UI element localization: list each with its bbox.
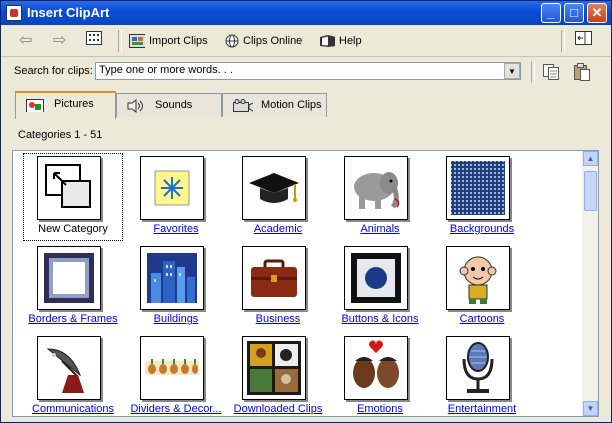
speaker-icon	[127, 99, 143, 113]
favorites-icon	[140, 156, 204, 220]
tab-motion-clips[interactable]: Motion Clips	[222, 93, 327, 117]
cartoon-icon	[446, 246, 510, 310]
category-backgrounds[interactable]: Backgrounds	[432, 153, 532, 241]
scrollbar-thumb[interactable]	[584, 171, 597, 211]
tab-label: Sounds	[155, 99, 193, 111]
import-clips-icon	[129, 34, 145, 49]
tab-label: Pictures	[54, 98, 94, 110]
frame-icon	[37, 246, 101, 310]
category-label: Favorites	[153, 223, 199, 235]
category-label: Buildings	[153, 313, 199, 325]
category-label: Business	[255, 313, 301, 325]
clips-online-icon	[225, 34, 239, 48]
briefcase-icon	[242, 246, 306, 310]
help-button[interactable]: Help	[319, 31, 362, 51]
tab-label: Motion Clips	[261, 99, 322, 111]
category-pane: New Category Favorites Academic Animals …	[12, 150, 599, 417]
downloaded-icon	[242, 336, 306, 400]
insert-clipart-window: Insert ClipArt _ □ ✕ ⇦ ⇨ Import Clips Cl…	[0, 0, 612, 423]
category-entertainment[interactable]: Entertainment	[432, 333, 532, 416]
category-label: Animals	[360, 223, 400, 235]
category-label: Borders & Frames	[28, 313, 118, 325]
category-emotions[interactable]: Emotions	[330, 333, 430, 416]
scroll-down-button[interactable]: ▼	[583, 401, 598, 416]
paste-icon	[574, 63, 590, 81]
category-dividers-decor[interactable]: Dividers & Decor...	[126, 333, 226, 416]
search-input[interactable]: Type one or more words. . .	[95, 62, 521, 80]
window-title: Insert ClipArt	[27, 5, 110, 20]
category-label: Downloaded Clips	[233, 403, 323, 415]
category-business[interactable]: Business	[228, 243, 328, 331]
backgrounds-icon	[446, 156, 510, 220]
category-label: Dividers & Decor...	[130, 403, 222, 415]
toolbar-separator	[561, 30, 565, 52]
copy-button[interactable]	[542, 63, 560, 84]
copy-icon	[543, 64, 559, 80]
category-borders-frames[interactable]: Borders & Frames	[23, 243, 123, 331]
graduation-cap-icon	[242, 156, 306, 220]
category-label: Entertainment	[447, 403, 517, 415]
category-new-category[interactable]: New Category	[23, 153, 123, 241]
category-downloaded-clips[interactable]: Downloaded Clips	[228, 333, 328, 416]
camera-icon	[233, 99, 253, 112]
grid-view-icon	[86, 31, 102, 45]
tab-sounds[interactable]: Sounds	[116, 93, 222, 117]
paste-button[interactable]	[573, 62, 591, 84]
category-animals[interactable]: Animals	[330, 153, 430, 241]
chevron-down-icon: ▼	[586, 404, 595, 413]
restore-pane-button[interactable]	[575, 31, 593, 51]
category-academic[interactable]: Academic	[228, 153, 328, 241]
close-button[interactable]: ✕	[587, 3, 607, 23]
search-dropdown-button[interactable]: ▼	[504, 63, 520, 79]
help-book-icon	[320, 35, 335, 48]
restore-pane-icon	[575, 31, 592, 45]
app-icon	[6, 5, 22, 21]
pictures-icon	[26, 99, 44, 112]
buildings-icon	[140, 246, 204, 310]
elephant-icon	[344, 156, 408, 220]
tab-strip: Pictures Sounds Motion Clips	[1, 91, 611, 119]
toolbar-separator	[118, 30, 122, 52]
minimize-button[interactable]: _	[541, 3, 561, 23]
category-cartoons[interactable]: Cartoons	[432, 243, 532, 331]
emotions-icon	[344, 336, 408, 400]
category-label: Backgrounds	[449, 223, 515, 235]
category-label: Emotions	[357, 403, 403, 415]
satellite-dish-icon	[37, 336, 101, 400]
title-bar[interactable]: Insert ClipArt _ □ ✕	[1, 1, 611, 25]
category-buildings[interactable]: Buildings	[126, 243, 226, 331]
category-buttons-icons[interactable]: Buttons & Icons	[330, 243, 430, 331]
category-label: Academic	[253, 223, 303, 235]
toolbar-separator	[531, 61, 535, 83]
category-label: New Category	[38, 223, 108, 235]
import-clips-label: Import Clips	[149, 35, 208, 47]
microphone-icon	[446, 336, 510, 400]
back-button[interactable]: ⇦	[19, 31, 32, 51]
forward-button[interactable]: ⇨	[53, 31, 66, 51]
categories-count: Categories 1 - 51	[18, 129, 103, 141]
divider-icon	[140, 336, 204, 400]
import-clips-button[interactable]: Import Clips	[129, 31, 208, 51]
clips-online-button[interactable]: Clips Online	[223, 31, 302, 51]
button-icon	[344, 246, 408, 310]
new-category-icon	[37, 156, 101, 220]
chevron-up-icon: ▲	[586, 154, 595, 163]
category-communications[interactable]: Communications	[23, 333, 123, 416]
chevron-down-icon: ▼	[508, 67, 516, 76]
category-favorites[interactable]: Favorites	[126, 153, 226, 241]
vertical-scrollbar[interactable]: ▲ ▼	[582, 151, 598, 416]
category-label: Communications	[32, 403, 114, 415]
help-label: Help	[339, 35, 362, 47]
tab-pictures[interactable]: Pictures	[15, 91, 116, 119]
search-label: Search for clips:	[14, 65, 93, 77]
view-toggle-button[interactable]	[86, 31, 102, 51]
scroll-up-button[interactable]: ▲	[583, 151, 598, 166]
category-label: Cartoons	[459, 313, 505, 325]
clips-online-label: Clips Online	[243, 35, 303, 47]
category-label: Buttons & Icons	[341, 313, 419, 325]
search-row: Search for clips: Type one or more words…	[1, 57, 611, 87]
toolbar: ⇦ ⇨ Import Clips Clips Online Help	[1, 26, 611, 57]
maximize-button[interactable]: □	[564, 3, 584, 23]
